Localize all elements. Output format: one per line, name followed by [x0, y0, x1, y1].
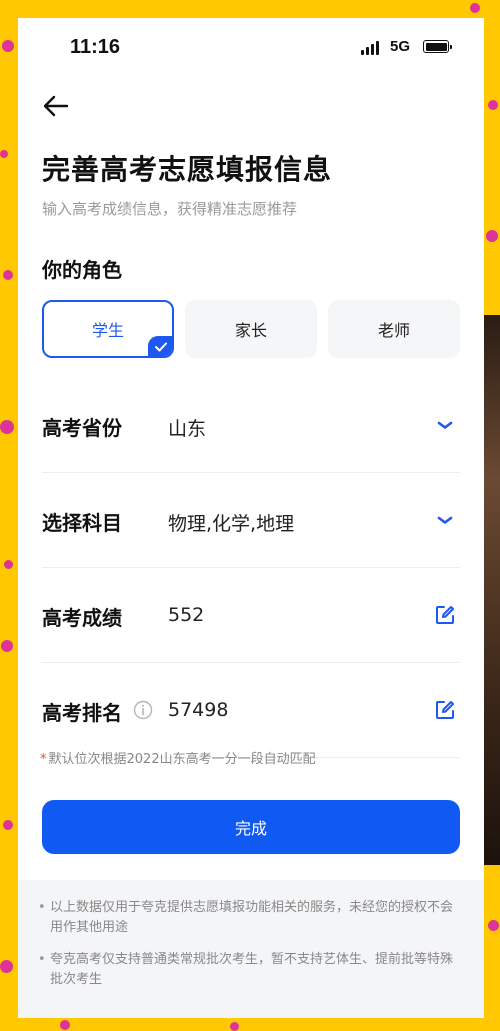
- status-bar: 11:16 5G: [18, 18, 484, 78]
- arrow-left-icon: [43, 95, 69, 117]
- footer-note: 夸克高考仅支持普通类常规批次考生，暂不支持艺体生、提前批等特殊批次考生: [38, 950, 464, 990]
- rank-hint-text: 默认位次根据2022山东高考一分一段自动匹配: [48, 752, 316, 767]
- footer-note: 以上数据仅用于夸克提供志愿填报功能相关的服务，未经您的授权不会用作其他用途: [38, 898, 464, 938]
- subjects-value: 物理,化学,地理: [168, 513, 295, 535]
- page-subtitle: 输入高考成绩信息，获得精准志愿推荐: [42, 200, 298, 218]
- role-option-teacher[interactable]: 老师: [328, 300, 460, 358]
- role-option-label: 学生: [91, 321, 124, 340]
- edit-icon[interactable]: [434, 604, 456, 626]
- footer-notes: 以上数据仅用于夸克提供志愿填报功能相关的服务，未经您的授权不会用作其他用途 夸克…: [18, 880, 484, 1018]
- battery-icon: [423, 40, 452, 53]
- province-value: 山东: [168, 418, 207, 440]
- province-label: 高考省份: [42, 416, 122, 440]
- status-time: 11:16: [70, 36, 121, 58]
- rank-hint: * 默认位次根据2022山东高考一分一段自动匹配: [40, 748, 316, 767]
- role-option-label: 老师: [377, 321, 410, 340]
- network-type: 5G: [390, 38, 411, 55]
- rank-row[interactable]: 高考排名 57498: [42, 663, 460, 758]
- required-star: *: [40, 752, 47, 767]
- chevron-down-icon[interactable]: [434, 509, 456, 531]
- subjects-row[interactable]: 选择科目 物理,化学,地理: [42, 473, 460, 568]
- page-title: 完善高考志愿填报信息: [42, 153, 333, 186]
- chevron-down-icon[interactable]: [434, 414, 456, 436]
- rank-label: 高考排名: [42, 701, 122, 725]
- role-label: 你的角色: [42, 258, 122, 282]
- role-option-parent[interactable]: 家长: [185, 300, 317, 358]
- info-icon[interactable]: [133, 700, 153, 720]
- province-row[interactable]: 高考省份 山东: [42, 378, 460, 473]
- score-value: 552: [168, 604, 205, 626]
- score-label: 高考成绩: [42, 606, 122, 630]
- subjects-label: 选择科目: [42, 511, 122, 535]
- submit-button[interactable]: 完成: [42, 800, 460, 854]
- edit-icon[interactable]: [434, 699, 456, 721]
- role-option-label: 家长: [234, 321, 267, 340]
- score-row[interactable]: 高考成绩 552: [42, 568, 460, 663]
- signal-icon: [361, 41, 383, 55]
- phone-screen: 11:16 5G 完善高考志愿填报信息 输入高考成绩信息，获得精准志愿推荐 你的…: [18, 18, 484, 1018]
- role-option-student[interactable]: 学生: [42, 300, 174, 358]
- check-icon: [148, 336, 172, 356]
- back-button[interactable]: [40, 90, 72, 122]
- rank-value: 57498: [168, 699, 229, 721]
